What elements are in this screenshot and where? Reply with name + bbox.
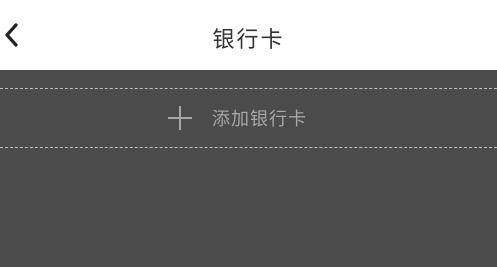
add-bank-card-content: 添加银行卡 (166, 103, 307, 133)
bank-card-list-area: 添加银行卡 (0, 70, 497, 267)
add-bank-card-button[interactable]: 添加银行卡 (0, 88, 497, 148)
top-nav-bar: 银行卡 (0, 0, 497, 70)
add-bank-card-label: 添加银行卡 (212, 109, 307, 130)
page-title: 银行卡 (212, 28, 285, 53)
plus-icon (168, 106, 192, 130)
